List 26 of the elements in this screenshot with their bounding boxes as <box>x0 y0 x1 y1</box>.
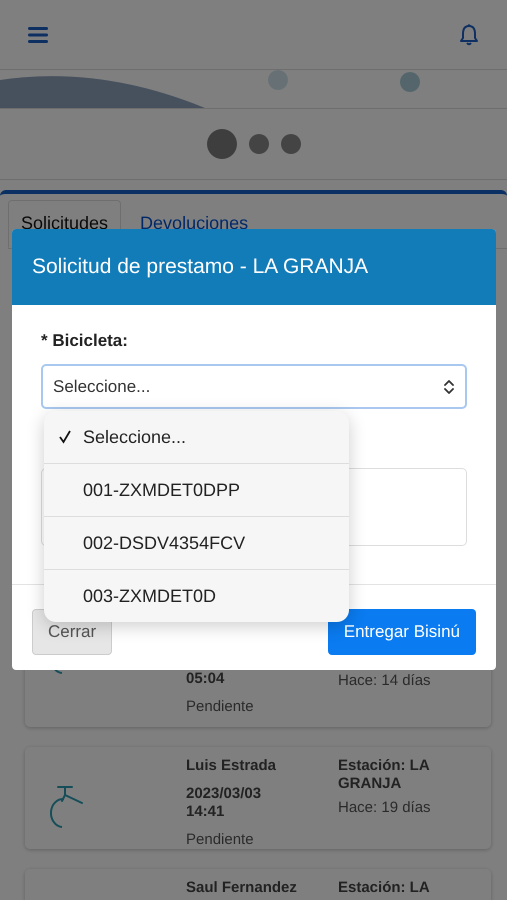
request-status: Pendiente <box>186 698 255 715</box>
dropdown-option[interactable]: Seleccione... <box>44 411 349 464</box>
elapsed-time: Hace: 14 días <box>338 672 432 689</box>
request-card[interactable]: Luis Estrada 2023/03/03 14:41 Pendiente Estación: LA GRANJA Hace: 19 días <box>25 747 491 849</box>
station-name: Estación: LA GRANJA <box>338 757 430 793</box>
bicycle-icon <box>50 785 84 829</box>
station-name: Estación: LA <box>338 879 431 897</box>
menu-icon[interactable] <box>28 26 48 44</box>
requester-name: Saul Fernandez <box>186 879 298 897</box>
request-date: 2023/03/03 14:41 <box>186 785 262 821</box>
dropdown-option[interactable]: 002-DSDV4354FCV <box>44 517 349 570</box>
select-field[interactable]: Seleccione... <box>41 364 467 409</box>
request-card[interactable]: Saul Fernandez Estación: LA <box>25 869 491 900</box>
requester-name: Luis Estrada <box>186 757 278 775</box>
field-label: * Bicicleta: <box>41 331 129 351</box>
chevron-icon <box>443 378 455 394</box>
request-date: 05:04 <box>186 670 226 688</box>
carousel-dot[interactable] <box>206 129 236 159</box>
request-status: Pendiente <box>186 831 255 848</box>
carousel-dot[interactable] <box>248 134 268 154</box>
bell-icon[interactable] <box>459 24 479 46</box>
dialog-title: Solicitud de prestamo - LA GRANJA <box>12 229 496 305</box>
dropdown-option[interactable]: 001-ZXMDET0DPP <box>44 464 349 517</box>
carousel-dot[interactable] <box>280 134 300 154</box>
elapsed-time: Hace: 19 días <box>338 799 432 816</box>
submit-button[interactable]: Entregar Bisinú <box>328 609 476 655</box>
